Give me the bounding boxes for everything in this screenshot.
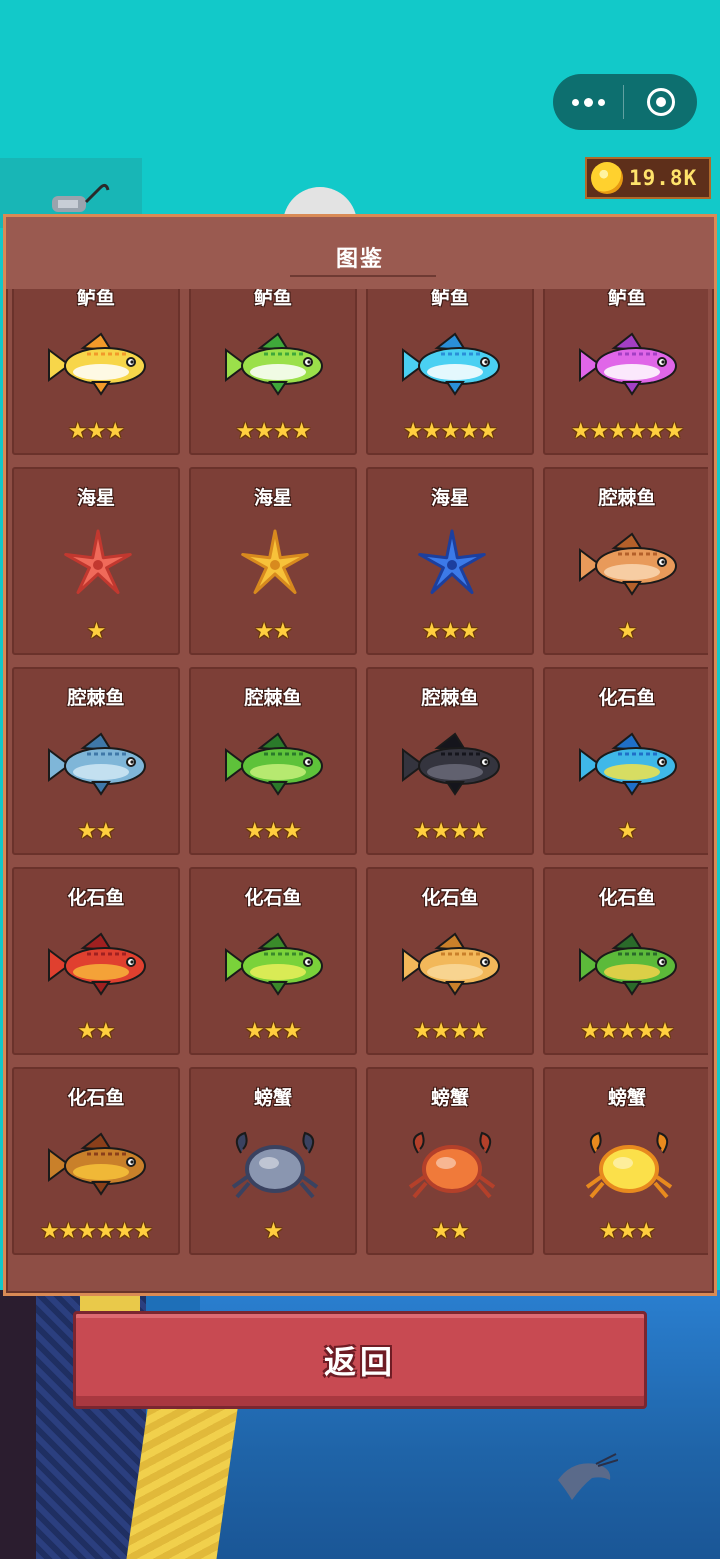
star-rating: ★★ bbox=[254, 619, 292, 644]
codex-entry-card[interactable]: 海星 ★★★ bbox=[366, 467, 534, 655]
star-rating: ★ bbox=[263, 1219, 284, 1244]
entry-name: 海星 bbox=[430, 487, 469, 509]
close-button[interactable] bbox=[624, 88, 697, 116]
target-circle-icon bbox=[646, 88, 675, 116]
codex-panel: 图鉴 鲈鱼 ★★★ 鲈鱼 ★★★★ 鲈鱼 ★★★★★ 鲈鱼 ★★★★★★ 海星 ★ 海星 ★★ 海星 ★★… bbox=[3, 214, 717, 1296]
entry-name: 化石鱼 bbox=[598, 887, 656, 909]
gold-coin-icon bbox=[591, 162, 623, 194]
more-dots-icon[interactable] bbox=[553, 74, 623, 130]
shrimp-icon bbox=[558, 1453, 618, 1500]
star-rating: ★★★ bbox=[244, 1019, 302, 1044]
entry-name: 腔棘鱼 bbox=[67, 687, 125, 709]
fish-sprite-icon bbox=[28, 315, 168, 415]
fish-sprite-icon bbox=[205, 715, 345, 815]
codex-entry-card[interactable]: 化石鱼 ★★★★★★ bbox=[12, 1067, 180, 1255]
star-rating: ★ bbox=[86, 619, 107, 644]
entry-name: 螃蟹 bbox=[253, 1087, 292, 1109]
entry-name: 化石鱼 bbox=[244, 887, 302, 909]
fish-sprite-icon bbox=[382, 315, 522, 415]
star-rating: ★★★ bbox=[67, 419, 125, 444]
fish-sprite-icon bbox=[559, 915, 699, 1015]
entry-name: 海星 bbox=[76, 487, 115, 509]
entry-name: 鲈鱼 bbox=[430, 289, 469, 309]
codex-entry-card[interactable]: 鲈鱼 ★★★★★ bbox=[366, 289, 534, 455]
entry-name: 鲈鱼 bbox=[253, 289, 292, 309]
codex-entry-card[interactable]: 海星 ★ bbox=[12, 467, 180, 655]
coin-value: 19.8K bbox=[629, 166, 698, 190]
star-rating: ★★★★ bbox=[235, 419, 312, 444]
star-rating: ★★★ bbox=[598, 1219, 656, 1244]
starfish-sprite-icon bbox=[28, 515, 168, 615]
crab-sprite-icon bbox=[559, 1115, 699, 1215]
back-button[interactable]: 返回 bbox=[73, 1311, 647, 1409]
codex-entry-card[interactable]: 鲈鱼 ★★★★ bbox=[189, 289, 357, 455]
fish-sprite-icon bbox=[382, 715, 522, 815]
star-rating: ★★★★★ bbox=[403, 419, 498, 444]
codex-grid: 鲈鱼 ★★★ 鲈鱼 ★★★★ 鲈鱼 ★★★★★ 鲈鱼 ★★★★★★ 海星 ★ 海星 ★★ 海星 ★★★ 腔棘… bbox=[12, 289, 708, 1255]
codex-scroll-area[interactable]: 鲈鱼 ★★★ 鲈鱼 ★★★★ 鲈鱼 ★★★★★ 鲈鱼 ★★★★★★ 海星 ★ 海星 ★★ 海星 ★★★ 腔棘… bbox=[12, 289, 708, 1283]
codex-entry-card[interactable]: 腔棘鱼 ★★★ bbox=[189, 667, 357, 855]
star-rating: ★★ bbox=[77, 1019, 115, 1044]
entry-name: 化石鱼 bbox=[421, 887, 479, 909]
fish-sprite-icon bbox=[559, 715, 699, 815]
star-rating: ★★★★ bbox=[412, 1019, 489, 1044]
star-rating: ★★★★ bbox=[412, 819, 489, 844]
codex-entry-card[interactable]: 鲈鱼 ★★★★★★ bbox=[543, 289, 708, 455]
codex-entry-card[interactable]: 腔棘鱼 ★ bbox=[543, 467, 708, 655]
codex-entry-card[interactable]: 化石鱼 ★★★★ bbox=[366, 867, 534, 1055]
miniprogram-capsule bbox=[553, 74, 697, 130]
codex-entry-card[interactable]: 腔棘鱼 ★★ bbox=[12, 667, 180, 855]
star-rating: ★★ bbox=[77, 819, 115, 844]
back-button-label: 返回 bbox=[323, 1343, 396, 1381]
star-rating: ★★★★★★ bbox=[39, 1219, 153, 1244]
star-rating: ★★★★★ bbox=[580, 1019, 675, 1044]
star-rating: ★★ bbox=[431, 1219, 469, 1244]
codex-entry-card[interactable]: 腔棘鱼 ★★★★ bbox=[366, 667, 534, 855]
star-rating: ★ bbox=[617, 819, 638, 844]
fish-sprite-icon bbox=[28, 715, 168, 815]
fish-sprite-icon bbox=[205, 315, 345, 415]
codex-entry-card[interactable]: 化石鱼 ★★ bbox=[12, 867, 180, 1055]
crab-sprite-icon bbox=[382, 1115, 522, 1215]
star-rating: ★ bbox=[617, 619, 638, 644]
crab-sprite-icon bbox=[205, 1115, 345, 1215]
entry-name: 腔棘鱼 bbox=[598, 487, 656, 509]
codex-entry-card[interactable]: 螃蟹 ★★★ bbox=[543, 1067, 708, 1255]
entry-name: 腔棘鱼 bbox=[244, 687, 302, 709]
entry-name: 化石鱼 bbox=[67, 887, 125, 909]
codex-entry-card[interactable]: 螃蟹 ★★ bbox=[366, 1067, 534, 1255]
codex-entry-card[interactable]: 螃蟹 ★ bbox=[189, 1067, 357, 1255]
star-rating: ★★★ bbox=[421, 619, 479, 644]
coin-counter: 19.8K bbox=[585, 157, 711, 199]
codex-entry-card[interactable]: 化石鱼 ★★★★★ bbox=[543, 867, 708, 1055]
starfish-sprite-icon bbox=[205, 515, 345, 615]
entry-name: 鲈鱼 bbox=[607, 289, 646, 309]
entry-name: 螃蟹 bbox=[430, 1087, 469, 1109]
entry-name: 鲈鱼 bbox=[76, 289, 115, 309]
codex-entry-card[interactable]: 化石鱼 ★ bbox=[543, 667, 708, 855]
entry-name: 化石鱼 bbox=[598, 687, 656, 709]
entry-name: 海星 bbox=[253, 487, 292, 509]
star-rating: ★★★★★★ bbox=[570, 419, 684, 444]
title-underline bbox=[290, 275, 436, 277]
codex-entry-card[interactable]: 海星 ★★ bbox=[189, 467, 357, 655]
codex-entry-card[interactable]: 化石鱼 ★★★ bbox=[189, 867, 357, 1055]
fish-sprite-icon bbox=[205, 915, 345, 1015]
codex-title: 图鉴 bbox=[335, 247, 384, 272]
fish-sprite-icon bbox=[382, 915, 522, 1015]
entry-name: 螃蟹 bbox=[607, 1087, 646, 1109]
entry-name: 腔棘鱼 bbox=[421, 687, 479, 709]
star-rating: ★★★ bbox=[244, 819, 302, 844]
entry-name: 化石鱼 bbox=[67, 1087, 125, 1109]
fish-sprite-icon bbox=[28, 915, 168, 1015]
fish-sprite-icon bbox=[559, 315, 699, 415]
starfish-sprite-icon bbox=[382, 515, 522, 615]
codex-entry-card[interactable]: 鲈鱼 ★★★ bbox=[12, 289, 180, 455]
fish-sprite-icon bbox=[559, 515, 699, 615]
fish-sprite-icon bbox=[28, 1115, 168, 1215]
